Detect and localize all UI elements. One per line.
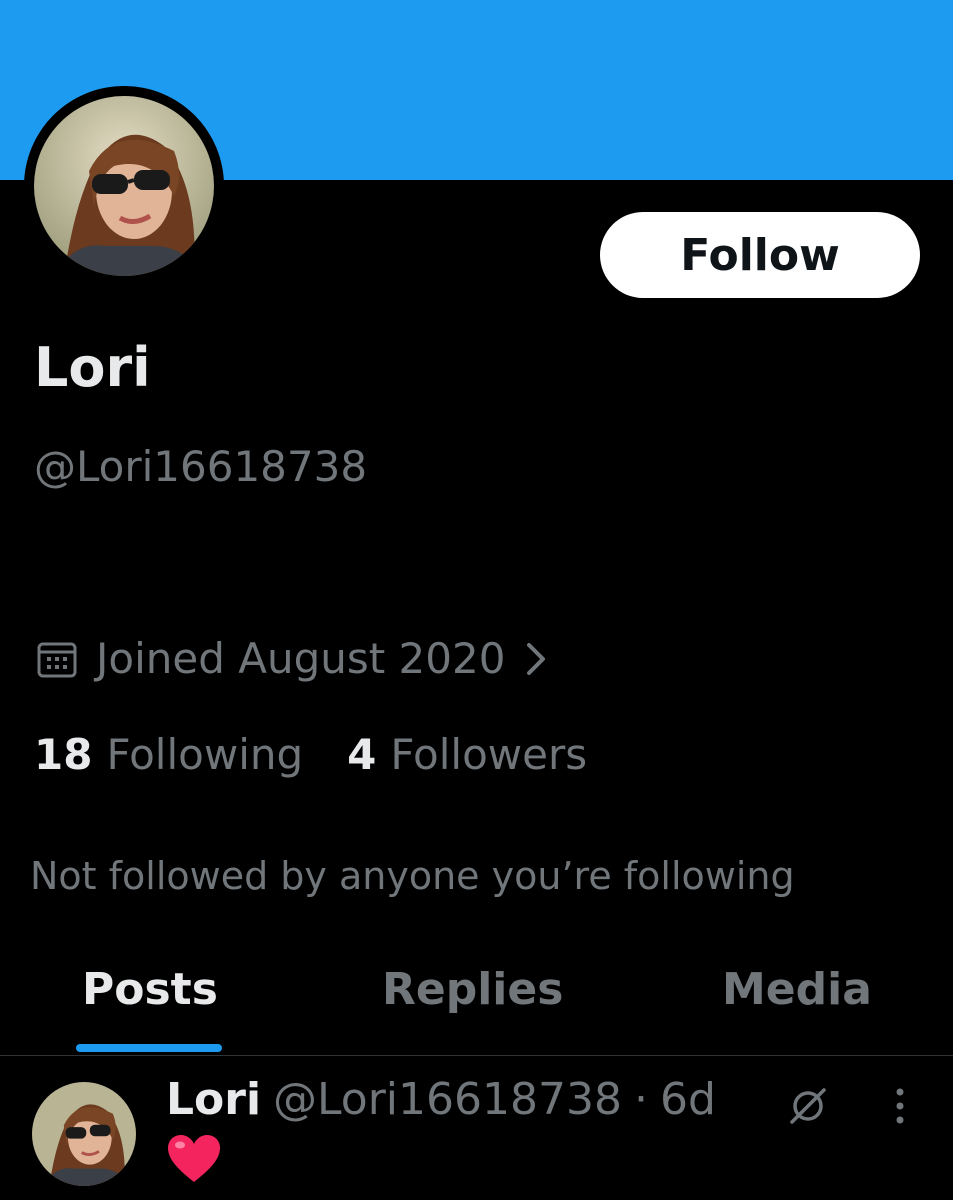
avatar-photo [32, 1082, 136, 1186]
post-header: Lori @Lori16618738 · 6d [166, 1074, 716, 1125]
followers-stat[interactable]: 4 Followers [347, 730, 587, 779]
profile-handle: @Lori16618738 [34, 442, 368, 491]
followers-count: 4 [347, 730, 377, 779]
following-stat[interactable]: 18 Following [34, 730, 303, 779]
profile-display-name: Lori [34, 336, 151, 399]
grok-icon[interactable] [786, 1084, 830, 1128]
more-vertical-icon[interactable] [888, 1084, 912, 1128]
follow-stats: 18 Following 4 Followers [34, 730, 587, 779]
post-author-name[interactable]: Lori [166, 1074, 261, 1125]
tab-replies-label: Replies [382, 964, 564, 1015]
joined-date-row[interactable]: Joined August 2020 [36, 634, 549, 683]
post-timestamp[interactable]: 6d [660, 1074, 716, 1125]
tab-media-label: Media [722, 964, 872, 1015]
avatar-photo [34, 96, 214, 276]
profile-tabs: Posts Replies Media [0, 964, 953, 1056]
joined-date-text: Joined August 2020 [96, 634, 506, 683]
followers-label: Followers [390, 730, 588, 779]
tab-media[interactable]: Media [722, 964, 872, 1056]
chevron-right-icon [527, 642, 546, 675]
profile-avatar[interactable] [24, 86, 224, 286]
following-label: Following [106, 730, 304, 779]
follow-button[interactable]: Follow [600, 212, 920, 298]
tab-posts[interactable]: Posts [76, 964, 222, 1056]
following-count: 18 [34, 730, 93, 779]
heart-emoji-icon [168, 1135, 220, 1182]
tab-posts-label: Posts [82, 964, 218, 1015]
post-author-handle[interactable]: @Lori16618738 [273, 1074, 622, 1125]
post-content: ❤️ [166, 1134, 222, 1192]
mutual-followers-note: Not followed by anyone you’re following [30, 854, 795, 898]
active-tab-indicator [76, 1044, 222, 1052]
tab-replies[interactable]: Replies [382, 964, 563, 1056]
calendar-icon [37, 642, 77, 677]
post-author-avatar[interactable] [32, 1082, 136, 1186]
post-item[interactable]: Lori @Lori16618738 · 6d ❤️ [0, 1056, 953, 1200]
post-separator: · [633, 1074, 648, 1125]
